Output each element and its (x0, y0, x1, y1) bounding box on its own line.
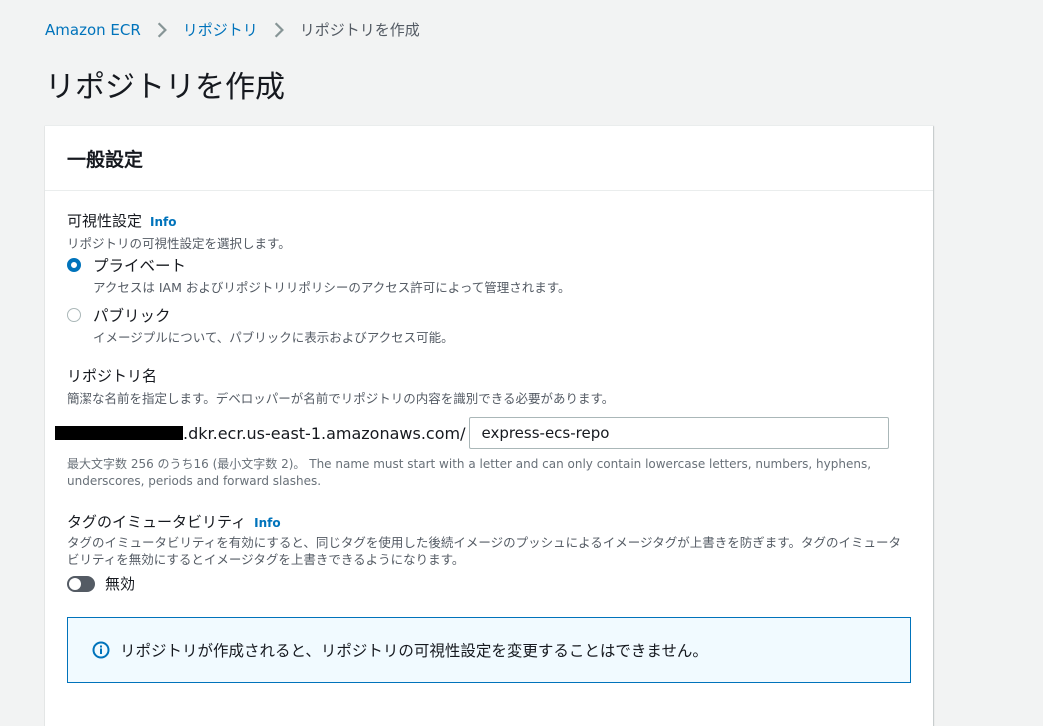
breadcrumb-link-ecr[interactable]: Amazon ECR (45, 21, 141, 39)
visibility-description: リポジトリの可視性設定を選択します。 (67, 236, 291, 251)
radio-private-indicator[interactable] (67, 258, 81, 272)
radio-private-label: プライベート (93, 257, 187, 275)
visibility-info-alert: リポジトリが作成されると、リポジトリの可視性設定を変更することはできません。 (67, 617, 911, 683)
alert-text: リポジトリが作成されると、リポジトリの可視性設定を変更することはできません。 (120, 642, 708, 660)
visibility-label: 可視性設定 (67, 212, 143, 230)
repo-name-row: .dkr.ecr.us-east-1.amazonaws.com/ expres… (55, 417, 890, 449)
toggle-knob (69, 577, 81, 590)
redacted-account-id (55, 426, 183, 440)
radio-public-indicator[interactable] (67, 308, 81, 322)
panel-title: 一般設定 (67, 148, 144, 171)
chevron-right-icon (157, 21, 167, 38)
radio-private[interactable]: プライベート アクセスは IAM およびリポジトリリポリシーのアクセス許可によっ… (67, 254, 570, 296)
radio-public-label: パブリック (93, 307, 171, 325)
repo-name-label: リポジトリ名 (67, 367, 158, 385)
repo-name-input[interactable]: express-ecs-repo (469, 417, 890, 449)
breadcrumb-current: リポジトリを作成 (299, 21, 420, 39)
page-title: リポジトリを作成 (45, 70, 285, 105)
tag-immutability-toggle-row[interactable]: 無効 (67, 573, 135, 594)
radio-public[interactable]: パブリック イメージプルについて、パブリックに表示およびアクセス可能。 (67, 304, 454, 346)
visibility-info-link[interactable]: Info (150, 215, 176, 229)
visibility-section: 可視性設定 Info リポジトリの可視性設定を選択します。 (67, 210, 291, 252)
info-circle-icon (92, 641, 110, 659)
tag-immutability-section: タグのイミュータビリティ Info タグのイミュータビリティを有効にすると、同じタ… (67, 511, 912, 568)
repo-name-constraint: 最大文字数 256 のうち16 (最小文字数 2)。 The name must… (67, 457, 872, 488)
repo-name-section: リポジトリ名 簡潔な名前を指定します。デベロッパーが名前でリポジトリの内容を識別… (67, 365, 614, 407)
registry-prefix: .dkr.ecr.us-east-1.amazonaws.com/ (183, 423, 466, 443)
repo-name-description: 簡潔な名前を指定します。デベロッパーが名前でリポジトリの内容を識別できる必要があ… (67, 391, 615, 406)
panel-header: 一般設定 (45, 126, 933, 191)
radio-private-description: アクセスは IAM およびリポジトリリポリシーのアクセス許可によって管理されます… (93, 280, 571, 295)
tag-immutability-toggle[interactable] (67, 575, 95, 592)
radio-public-description: イメージプルについて、パブリックに表示およびアクセス可能。 (93, 330, 454, 345)
tag-immutability-description: タグのイミュータビリティを有効にすると、同じタグを使用した後続イメージのプッシュ… (67, 535, 902, 567)
tag-immutability-toggle-label: 無効 (105, 575, 136, 593)
general-settings-panel: 一般設定 可視性設定 Info リポジトリの可視性設定を選択します。 プライベート… (45, 125, 933, 726)
tag-immutability-label: タグのイミュータビリティ (67, 513, 247, 531)
chevron-right-icon (274, 21, 284, 38)
breadcrumb: Amazon ECR リポジトリ リポジトリを作成 (45, 19, 420, 40)
breadcrumb-link-repositories[interactable]: リポジトリ (183, 19, 258, 40)
tag-immutability-info-link[interactable]: Info (254, 516, 280, 530)
